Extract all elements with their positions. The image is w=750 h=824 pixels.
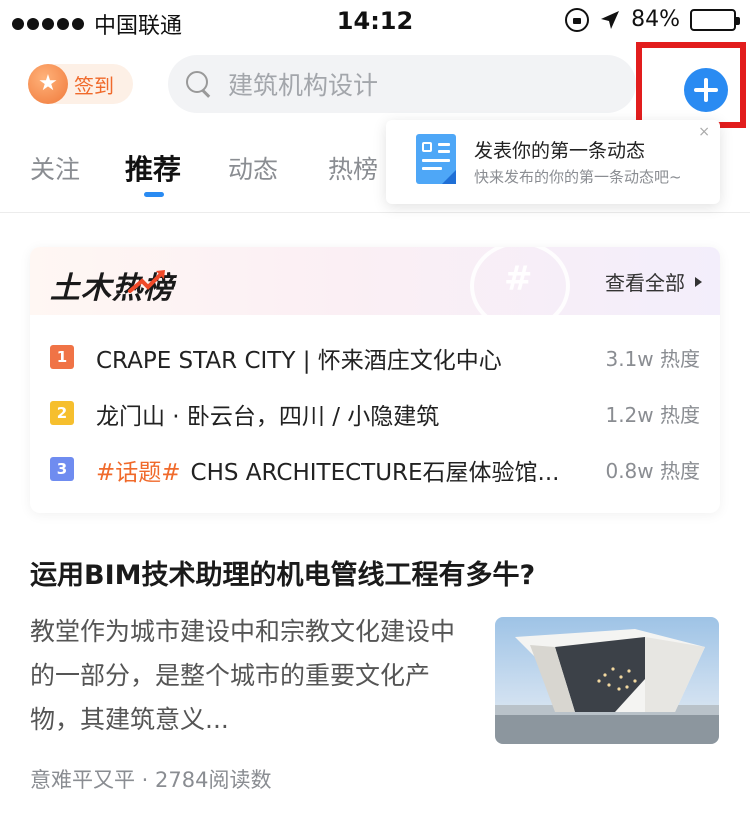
battery-icon [690,8,740,31]
hot-item-title: CHS ARCHITECTURE石屋体验馆... [190,460,560,486]
popover-subtitle: 快来发布的你的第一条动态吧~ [474,168,682,186]
article-title[interactable]: 运用BIM技术助理的机电管线工程有多牛? [30,553,535,592]
search-icon [186,71,212,97]
checkin-label: 签到 [74,73,114,98]
hash-deco-icon: # [504,259,533,299]
hot-item-title: CRAPE STAR CITY | 怀来酒庄文化中心 [96,348,502,374]
tab-follow[interactable]: 关注 [30,150,80,186]
rank-badge: 2 [50,401,74,425]
checkin-star-icon: ★ [28,64,68,104]
article-thumbnail[interactable] [495,617,719,744]
active-tab-indicator [144,192,164,197]
article-meta: 意难平又平 · 2784阅读数 [30,768,272,792]
checkin-button[interactable]: ★ 签到 [28,64,133,104]
article-excerpt[interactable]: 教堂作为城市建设中和宗教文化建设中的一部分，是整个城市的重要文化产物，其建筑意义… [30,610,470,742]
post-tip-popover[interactable]: 发表你的第一条动态 快来发布的你的第一条动态吧~ × [386,120,720,204]
add-button-highlight [636,42,746,128]
trend-arrow-icon [128,270,165,293]
rotation-lock-icon [565,7,590,32]
hot-item-score: 0.8w 热度 [605,459,700,483]
location-arrow-icon [601,10,620,29]
popover-title: 发表你的第一条动态 [474,140,646,162]
topic-tag[interactable]: #话题# [96,460,181,486]
search-input[interactable]: 建筑机构设计 [168,55,636,113]
hot-list-item[interactable]: 3 #话题# CHS ARCHITECTURE石屋体验馆... 0.8w 热度 [30,443,720,499]
hot-list-card: # 土木热榜 查看全部 1 CRAPE STAR CITY | 怀来酒庄文化中心… [30,247,720,513]
view-all-link[interactable]: 查看全部 [605,267,702,296]
status-right: 84% [565,7,740,32]
hot-item-title: 龙门山 · 卧云台，四川 / 小隐建筑 [96,404,440,430]
hot-list-header: # 土木热榜 查看全部 [30,247,720,331]
hot-item-score: 1.2w 热度 [605,403,700,427]
triangle-right-icon [695,277,702,287]
rank-badge: 3 [50,457,74,481]
tab-trending[interactable]: 热榜 [328,150,378,186]
add-post-button[interactable] [684,68,728,112]
tabs-divider [0,212,750,213]
close-icon[interactable]: × [698,124,710,140]
search-placeholder: 建筑机构设计 [228,71,379,100]
rank-badge: 1 [50,345,74,369]
hot-item-text: #话题# CHS ARCHITECTURE石屋体验馆... [96,453,571,487]
hot-item-text: 龙门山 · 卧云台，四川 / 小隐建筑 [96,397,571,431]
tab-recommend[interactable]: 推荐 [125,148,181,188]
hot-list-item[interactable]: 1 CRAPE STAR CITY | 怀来酒庄文化中心 3.1w 热度 [30,331,720,387]
building-image [495,629,719,744]
view-all-label: 查看全部 [605,271,685,295]
hot-item-score: 3.1w 热度 [605,347,700,371]
hot-item-text: CRAPE STAR CITY | 怀来酒庄文化中心 [96,341,571,375]
hot-list-item[interactable]: 2 龙门山 · 卧云台，四川 / 小隐建筑 1.2w 热度 [30,387,720,443]
tab-activity[interactable]: 动态 [228,150,278,186]
status-bar: 中国联通 14:12 84% [0,0,750,44]
battery-percentage: 84% [631,7,680,32]
document-icon [416,134,456,184]
